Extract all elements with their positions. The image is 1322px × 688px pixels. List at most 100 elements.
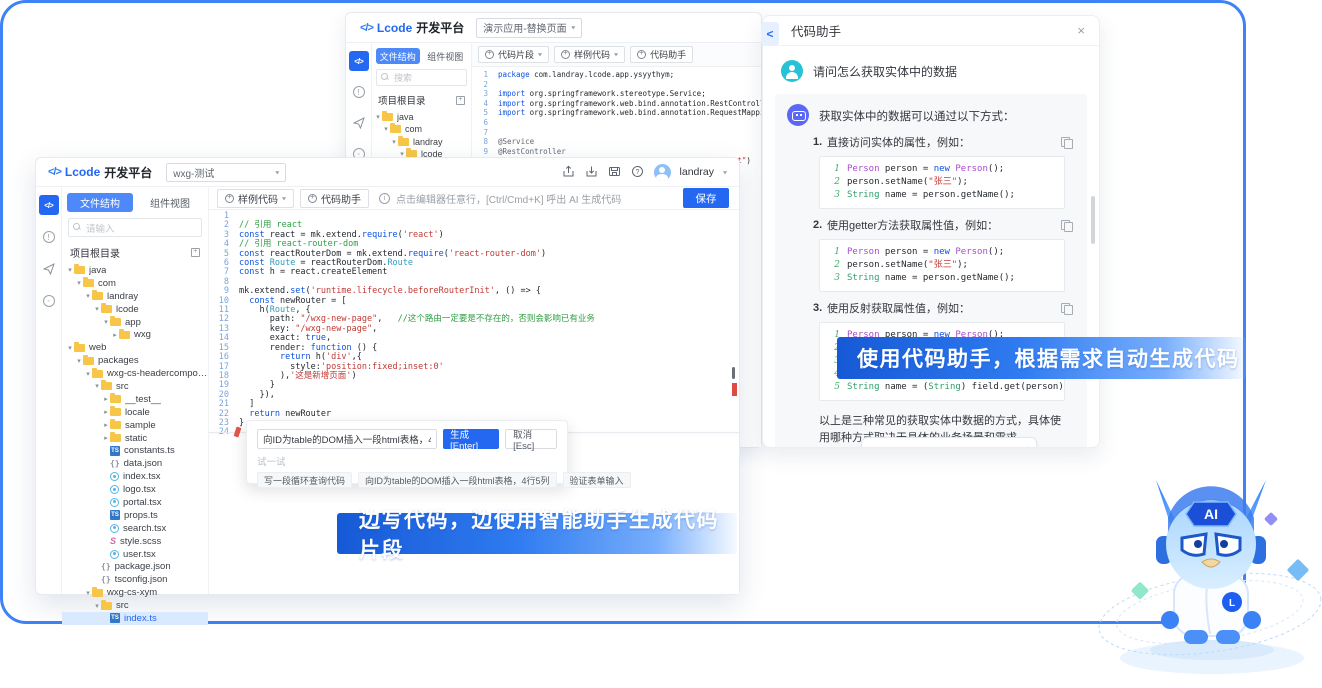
tree-item[interactable]: ▸wxg [62,328,208,341]
code-view-icon[interactable]: </> [39,195,59,215]
app-select[interactable]: wxg-测试 ▾ [166,163,286,182]
cancel-button[interactable]: 取消[Esc] [505,429,557,449]
user-avatar[interactable] [654,164,671,181]
tree-item[interactable]: ▾wxg-cs-xym [62,586,208,599]
copy-icon[interactable] [1061,137,1071,148]
help-icon[interactable]: ? [631,165,645,179]
search-input[interactable]: 搜索 [376,69,467,86]
code-assistant-tab[interactable]: 代码助手 [300,189,369,208]
new-folder-icon[interactable] [456,96,465,105]
close-icon[interactable]: × [1077,23,1085,38]
tree-item[interactable]: {}package.json [62,560,208,573]
tree-item[interactable]: ▾com [372,123,471,135]
tree-item[interactable]: ▾landray [372,136,471,148]
save-button[interactable]: 保存 [683,188,729,208]
tab-component-view[interactable]: 组件视图 [137,193,203,212]
json-file-icon: {} [101,562,111,571]
tree-item[interactable]: TSindex.ts [62,612,208,625]
tab-file-structure[interactable]: 文件结构 [67,193,133,212]
suggestion-chip[interactable]: 写一段循环查询代码 [257,472,352,488]
code-line[interactable]: 7const h = react.createElement [209,268,739,277]
tree-item[interactable]: ▸locale [62,406,208,419]
app-select[interactable]: 演示应用-替换页面 ▾ [476,18,582,38]
assistant-input[interactable] [870,447,1014,448]
send-icon[interactable] [1014,446,1028,448]
code-line[interactable]: 9@RestController [472,147,761,157]
tree-item[interactable]: TSprops.ts [62,509,208,522]
sample-code-tab[interactable]: 样例代码 ▾ [217,189,294,208]
tree-item[interactable]: index.tsx [62,470,208,483]
tree-item[interactable]: ▾com [62,277,208,290]
tree-item[interactable]: {}data.json [62,457,208,470]
tree-item[interactable]: ▾lcode [62,303,208,316]
code-line[interactable]: 18 ),'这是新增页面') [209,372,739,381]
tree-item[interactable]: ▾src [62,380,208,393]
tree-item[interactable]: TSconstants.ts [62,444,208,457]
send-icon[interactable] [349,113,369,133]
issues-icon[interactable]: ! [349,82,369,102]
copy-icon[interactable] [1061,220,1071,231]
tree-item[interactable]: ▾java [62,264,208,277]
tree-root-row[interactable]: 项目根目录 [378,93,465,107]
suggestion-chip[interactable]: 向ID为table的DOM插入一段html表格，4行5列 [358,472,557,488]
tree-item[interactable]: portal.tsx [62,496,208,509]
save-icon[interactable] [608,165,622,179]
tree-item[interactable]: user.tsx [62,548,208,561]
code-view-icon[interactable]: </> [349,51,369,71]
editor-scrollbar[interactable] [732,367,735,379]
assistant-method: 2.使用getter方法获取属性值，例如：1Person person = ne… [813,217,1075,292]
tree-item-label: java [89,265,106,276]
editor-toolbar-tab[interactable]: 样例代码▾ [554,46,625,63]
ai-prompt-input[interactable] [257,429,437,449]
tree-item[interactable]: ▾landray [62,290,208,303]
folder-icon [110,434,121,442]
code-line[interactable]: 8@Service [472,137,761,147]
send-icon[interactable] [39,259,59,279]
code-line[interactable]: 7 [472,128,761,138]
tree-item[interactable]: ▸static [62,432,208,445]
suggestion-chip[interactable]: 验证表单输入 [563,472,631,488]
panel-collapse-button[interactable]: < [761,22,779,46]
chevron-down-icon[interactable]: ▾ [723,168,727,175]
tree-item[interactable]: ▾wxg-cs-headercomponent [62,367,208,380]
code-line[interactable]: 3import org.springframework.stereotype.S… [472,89,761,99]
code-line[interactable]: 22 return newRouter [209,410,739,419]
code-line[interactable]: 2 [472,80,761,90]
tree-item[interactable]: {}tsconfig.json [62,573,208,586]
code-line[interactable]: 19 } [209,381,739,390]
import-icon[interactable] [585,165,599,179]
tree-item-label: props.ts [124,510,158,521]
tree-item[interactable]: ▾web [62,341,208,354]
code-line[interactable]: 6 [472,118,761,128]
export-icon[interactable] [562,165,576,179]
tree-item[interactable]: ▾packages [62,354,208,367]
code-line[interactable]: 1package com.landray.lcode.app.ysyythym; [472,70,761,80]
tree-item[interactable]: ▸sample [62,419,208,432]
generate-button[interactable]: 生成[Enter] [443,429,499,449]
issues-icon[interactable]: ! [39,227,59,247]
copy-icon[interactable] [1061,303,1071,314]
tree-item[interactable]: logo.tsx [62,483,208,496]
code-line[interactable]: 5import org.springframework.web.bind.ann… [472,108,761,118]
tree-item[interactable]: search.tsx [62,522,208,535]
settings-icon[interactable]: ◦ [39,291,59,311]
editor-toolbar-tab[interactable]: 代码片段▾ [478,46,549,63]
tab-component-view[interactable]: 组件视图 [424,48,468,64]
tree-item[interactable]: ▸__test__ [62,393,208,406]
code-line[interactable]: 20 }), [209,391,739,400]
tree-item[interactable]: ▾src [62,599,208,612]
tree-caret-icon: ▸ [111,331,119,339]
tree-item[interactable]: Sstyle.scss [62,535,208,548]
collapse-all-icon[interactable] [191,248,200,257]
panel-scrollbar[interactable] [1091,196,1095,244]
editor-toolbar-tab[interactable]: 代码助手 [630,46,693,63]
tree-root-row[interactable]: 项目根目录 [70,245,200,260]
search-input[interactable]: 请输入 [68,218,202,237]
code-line[interactable]: 4import org.springframework.web.bind.ann… [472,99,761,109]
tab-file-structure[interactable]: 文件结构 [376,48,420,64]
method-title: 使用反射获取属性值，例如： [827,300,970,316]
tree-item[interactable]: ▾app [62,316,208,329]
tree-item[interactable]: ▾java [372,111,471,123]
line-number: 24 [209,428,229,437]
panel-header: 代码助手 × [763,16,1099,46]
